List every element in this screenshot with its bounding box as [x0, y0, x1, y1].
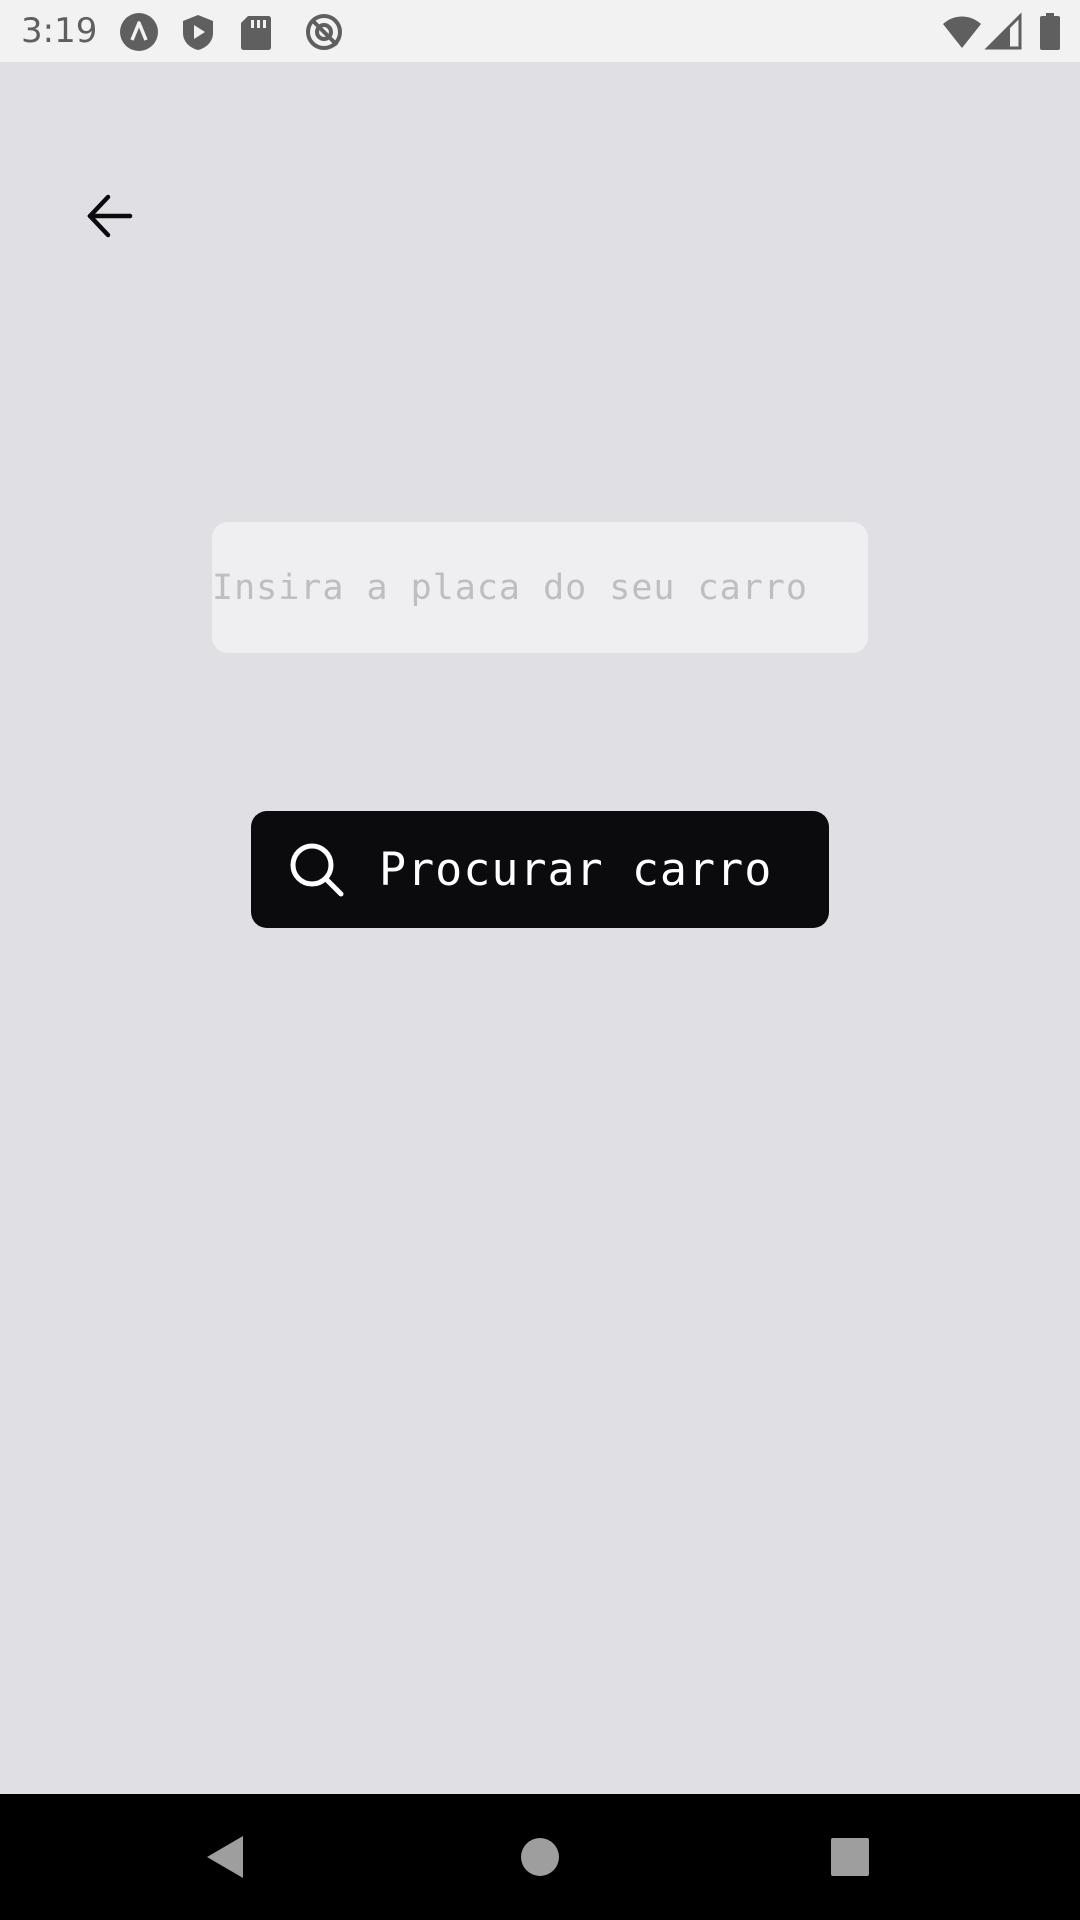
app-a-icon: [120, 13, 158, 51]
battery-icon: [1040, 13, 1060, 50]
signal-icon: [984, 12, 1022, 50]
recents-square-icon: [831, 1838, 869, 1876]
search-icon: [290, 843, 344, 896]
back-triangle-icon: [207, 1836, 243, 1878]
back-button[interactable]: [72, 178, 148, 254]
home-circle-icon: [521, 1838, 559, 1876]
plate-input[interactable]: [212, 522, 868, 653]
arrow-left-icon: [87, 194, 133, 238]
shield-play-icon: [183, 15, 213, 50]
nav-home-button[interactable]: [505, 1822, 575, 1892]
screen: 3:19 Insira a placa do seu carro Procura…: [0, 0, 1080, 1920]
search-car-button[interactable]: Procurar carro: [251, 811, 829, 928]
status-time: 3:19: [21, 11, 98, 51]
system-nav-bar: [0, 1794, 1080, 1920]
wifi-icon: [943, 16, 981, 48]
sd-card-icon: [241, 16, 271, 50]
status-bar: 3:19: [0, 0, 1080, 62]
nav-recents-button[interactable]: [815, 1822, 885, 1892]
at-sign-icon: [306, 14, 342, 50]
nav-back-button[interactable]: [190, 1822, 260, 1892]
search-car-button-label: Procurar carro: [379, 843, 773, 896]
